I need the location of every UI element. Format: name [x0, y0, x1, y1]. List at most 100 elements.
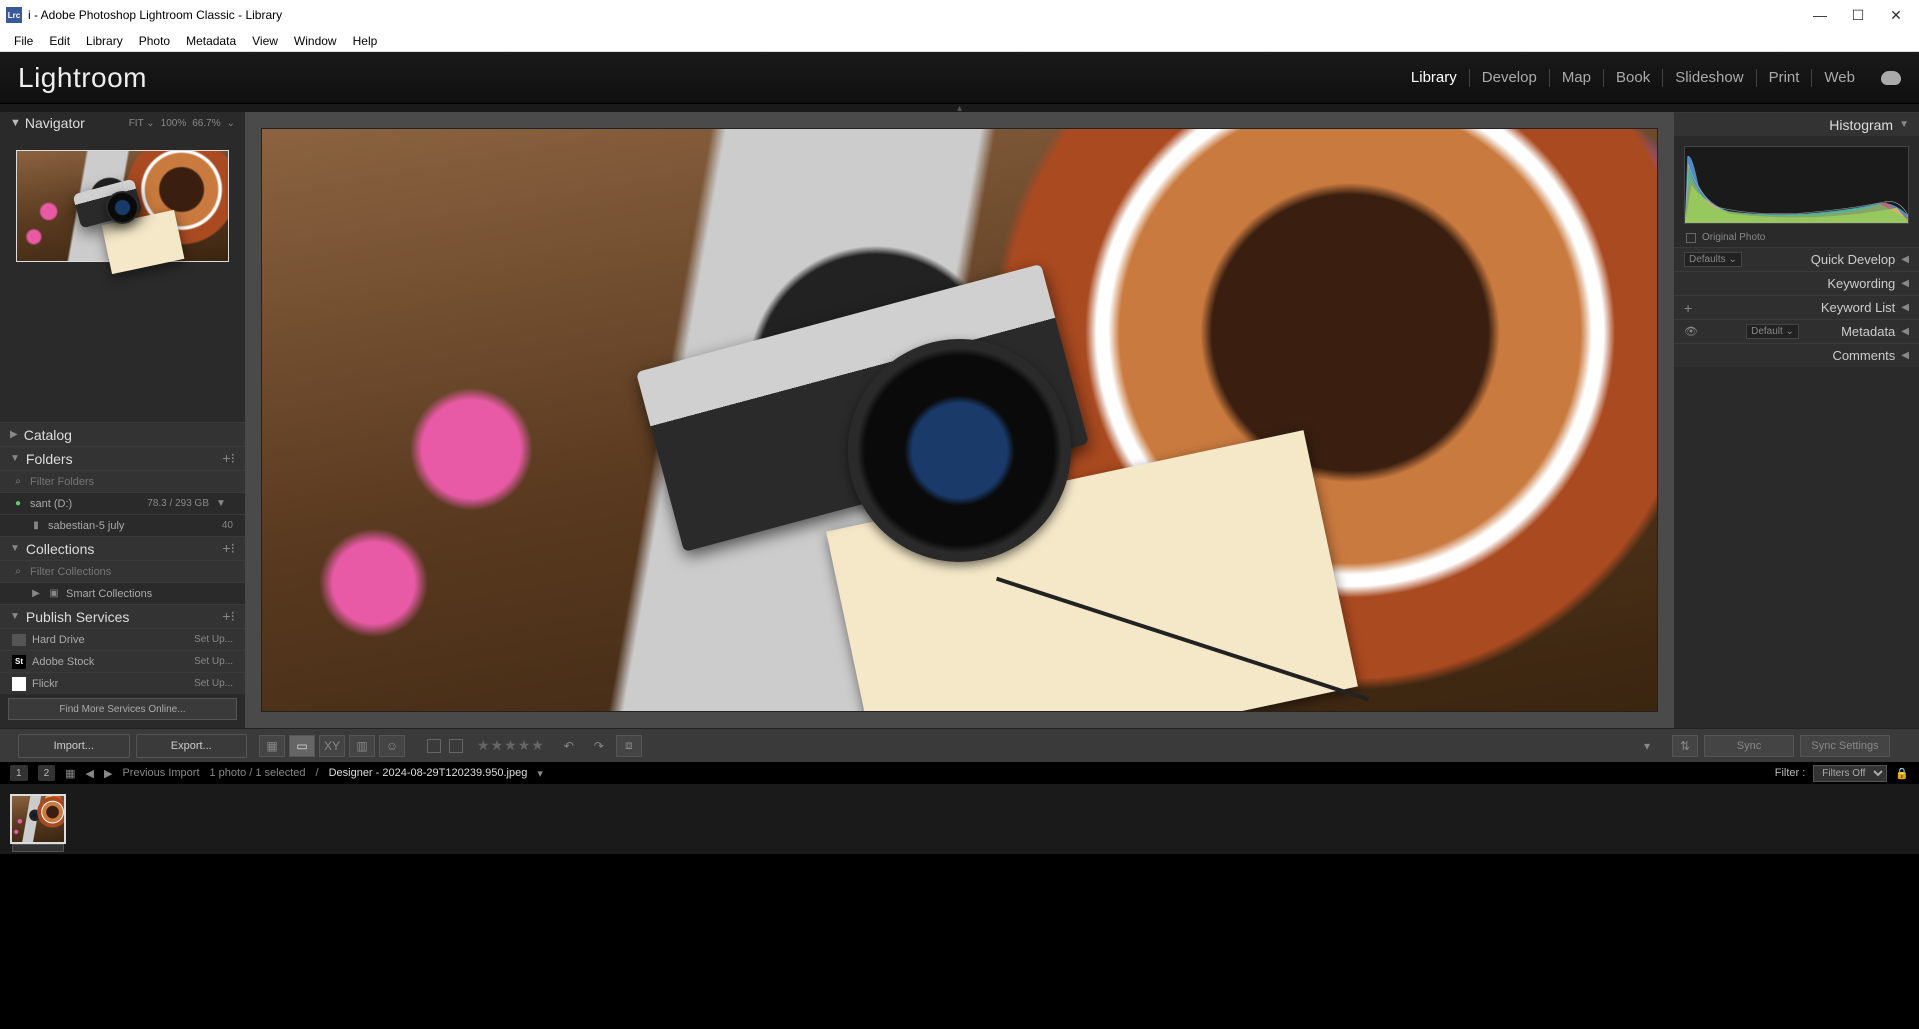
sync-toggle-icon[interactable]: ⇅: [1672, 735, 1698, 757]
quick-develop-preset-select[interactable]: Defaults ⌄: [1684, 252, 1742, 267]
collections-add-icon[interactable]: +⁝: [222, 540, 235, 557]
sync-settings-button[interactable]: Sync Settings: [1800, 735, 1890, 757]
drive-row[interactable]: ● sant (D:) 78.3 / 293 GB ▼: [0, 492, 245, 514]
second-window-indicator[interactable]: 2: [38, 765, 56, 781]
close-button[interactable]: ✕: [1889, 8, 1903, 22]
module-map[interactable]: Map: [1549, 69, 1603, 87]
navigator-thumbnail[interactable]: [16, 150, 229, 262]
metadata-eye-icon[interactable]: 👁: [1684, 325, 1698, 338]
expand-icon[interactable]: ▶: [30, 588, 42, 600]
star-2-icon[interactable]: ★: [491, 737, 504, 754]
histogram-display[interactable]: [1684, 146, 1909, 224]
original-photo-row[interactable]: Original Photo: [1674, 228, 1919, 247]
folder-row[interactable]: ▮ sabestian-5 july 40: [0, 514, 245, 536]
find-more-services-button[interactable]: Find More Services Online...: [8, 698, 237, 720]
metadata-header[interactable]: 👁 Default ⌄ Metadata ◀: [1674, 319, 1919, 343]
module-library[interactable]: Library: [1399, 69, 1469, 87]
module-print[interactable]: Print: [1756, 69, 1812, 87]
quick-develop-header[interactable]: Defaults ⌄ Quick Develop ◀: [1674, 247, 1919, 271]
menu-metadata[interactable]: Metadata: [178, 34, 244, 48]
publish-flickr-setup[interactable]: Set Up...: [194, 678, 233, 689]
sync-button[interactable]: Sync: [1704, 735, 1794, 757]
drive-collapse-icon[interactable]: ▼: [215, 498, 227, 510]
navigator-fit[interactable]: FIT ⌄: [129, 118, 155, 129]
publish-flickr[interactable]: Flickr Set Up...: [0, 672, 245, 694]
rating-stars[interactable]: ★ ★ ★ ★ ★: [477, 737, 544, 754]
publish-adobestock[interactable]: St Adobe Stock Set Up...: [0, 650, 245, 672]
flag-pick-icon[interactable]: [427, 739, 441, 753]
rotate-ccw-button[interactable]: ↶: [556, 735, 582, 757]
filter-folders-input[interactable]: [30, 476, 233, 488]
loupe-view[interactable]: [245, 112, 1674, 728]
filter-folders-row[interactable]: ⌕: [0, 470, 245, 492]
menu-view[interactable]: View: [244, 34, 286, 48]
comments-header[interactable]: Comments ◀: [1674, 343, 1919, 367]
filmstrip-thumbnail[interactable]: [10, 794, 66, 844]
menu-help[interactable]: Help: [345, 34, 386, 48]
filter-select[interactable]: Filters Off: [1813, 765, 1887, 782]
metadata-preset-select[interactable]: Default ⌄: [1746, 324, 1799, 339]
people-view-button[interactable]: ☺: [379, 735, 405, 757]
navigator-title: Navigator: [25, 115, 85, 131]
nav-back-icon[interactable]: ◀: [86, 767, 94, 780]
maximize-button[interactable]: ☐: [1851, 8, 1865, 22]
publish-add-icon[interactable]: +⁝: [222, 608, 235, 625]
main-image-preview[interactable]: [261, 128, 1658, 712]
collections-panel-header[interactable]: ▼ Collections +⁝: [0, 536, 245, 560]
nav-forward-icon[interactable]: ▶: [104, 767, 112, 780]
star-4-icon[interactable]: ★: [518, 737, 531, 754]
publish-label: Publish Services: [26, 609, 130, 625]
filter-lock-icon[interactable]: 🔒: [1895, 767, 1909, 780]
keyword-list-header[interactable]: + Keyword List ◀: [1674, 295, 1919, 319]
module-slideshow[interactable]: Slideshow: [1662, 69, 1755, 87]
navigator-zoom-100[interactable]: 100%: [161, 118, 187, 129]
folders-panel-header[interactable]: ▼ Folders +⁝: [0, 446, 245, 470]
smart-collections-row[interactable]: ▶ ▣ Smart Collections: [0, 582, 245, 604]
module-develop[interactable]: Develop: [1469, 69, 1549, 87]
catalog-panel-header[interactable]: ▶ Catalog: [0, 422, 245, 446]
menu-file[interactable]: File: [6, 34, 41, 48]
cloud-sync-icon[interactable]: [1881, 71, 1901, 85]
keyword-list-add-icon[interactable]: +: [1684, 300, 1692, 316]
compare-view-button[interactable]: XY: [319, 735, 345, 757]
folders-add-icon[interactable]: +⁝: [222, 450, 235, 467]
flag-reject-icon[interactable]: [449, 739, 463, 753]
publish-adobestock-setup[interactable]: Set Up...: [194, 656, 233, 667]
menu-photo[interactable]: Photo: [131, 34, 178, 48]
filmstrip[interactable]: [0, 784, 1919, 854]
navigator-zoom-dropdown-icon[interactable]: ⌄: [227, 118, 235, 129]
survey-view-button[interactable]: ▥: [349, 735, 375, 757]
original-photo-checkbox[interactable]: [1686, 233, 1696, 243]
toolbar-dropdown-icon[interactable]: ▾: [1634, 735, 1660, 757]
keywording-header[interactable]: Keywording ◀: [1674, 271, 1919, 295]
publish-harddrive-setup[interactable]: Set Up...: [194, 634, 233, 645]
module-web[interactable]: Web: [1811, 69, 1867, 87]
publish-harddrive[interactable]: Hard Drive Set Up...: [0, 628, 245, 650]
filename-dropdown-icon[interactable]: ▾: [537, 767, 543, 780]
menu-library[interactable]: Library: [78, 34, 131, 48]
face-region-button[interactable]: ⧈: [616, 735, 642, 757]
module-picker: Library Develop Map Book Slideshow Print…: [1399, 69, 1901, 87]
filter-collections-input[interactable]: [30, 566, 233, 578]
menu-edit[interactable]: Edit: [41, 34, 78, 48]
main-window-indicator[interactable]: 1: [10, 765, 28, 781]
grid-view-button[interactable]: ▦: [259, 735, 285, 757]
menu-window[interactable]: Window: [286, 34, 345, 48]
star-5-icon[interactable]: ★: [531, 737, 544, 754]
star-1-icon[interactable]: ★: [477, 737, 490, 754]
navigator-zoom-66[interactable]: 66.7%: [192, 118, 220, 129]
histogram-panel-header[interactable]: Histogram ▼: [1674, 112, 1919, 136]
star-3-icon[interactable]: ★: [504, 737, 517, 754]
minimize-button[interactable]: —: [1813, 8, 1827, 22]
rotate-cw-button[interactable]: ↷: [586, 735, 612, 757]
loupe-view-button[interactable]: ▭: [289, 735, 315, 757]
export-button[interactable]: Export...: [136, 734, 248, 758]
top-panel-grabber[interactable]: [0, 104, 1919, 112]
module-book[interactable]: Book: [1603, 69, 1662, 87]
grid-mode-icon[interactable]: ▦: [65, 767, 75, 780]
publish-panel-header[interactable]: ▼ Publish Services +⁝: [0, 604, 245, 628]
navigator-collapse-icon[interactable]: ▼: [10, 117, 21, 129]
source-label[interactable]: Previous Import: [122, 767, 199, 779]
import-button[interactable]: Import...: [18, 734, 130, 758]
filter-collections-row[interactable]: ⌕: [0, 560, 245, 582]
